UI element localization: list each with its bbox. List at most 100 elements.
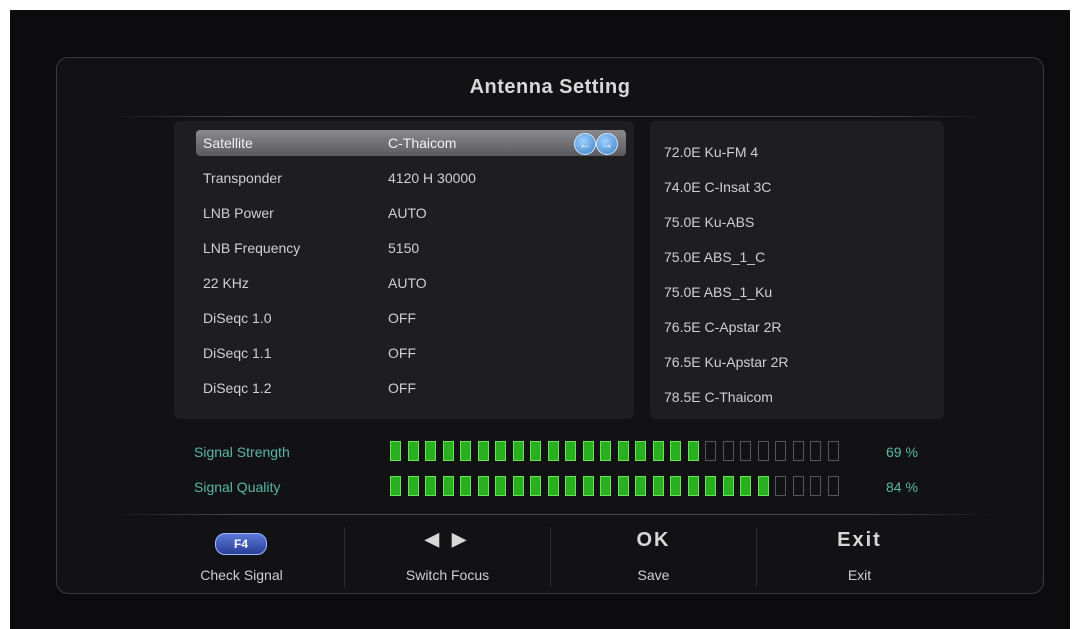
tv-screen: Antenna Setting Satellite C-Thaicom ← → …: [10, 10, 1070, 629]
satellite-item[interactable]: 78.5E C-Thaicom: [664, 389, 934, 411]
meter-segment-off: [775, 476, 786, 496]
page-title: Antenna Setting: [469, 76, 631, 98]
footer-save[interactable]: OK Save: [551, 525, 756, 593]
footer-caption: Save: [637, 567, 670, 583]
setting-value: AUTO: [388, 275, 427, 291]
setting-row-diseqc-1-1[interactable]: DiSeqc 1.1 OFF: [196, 340, 626, 366]
setting-label: LNB Frequency: [203, 240, 301, 256]
left-right-arrows-icon: ◀ ▶: [425, 529, 470, 549]
signal-strength-label: Signal Strength: [194, 444, 290, 460]
meter-segment-off: [792, 441, 804, 461]
setting-value: 5150: [388, 240, 420, 256]
footer-caption: Check Signal: [200, 567, 283, 583]
meter-segment-on: [617, 441, 629, 461]
meter-segment-off: [792, 476, 804, 496]
meter-segment-on: [530, 476, 541, 496]
meter-segment-off: [705, 441, 716, 461]
meter-segment-on: [460, 441, 471, 461]
meter-segment-off: [810, 441, 821, 461]
meter-segment-on: [407, 476, 419, 496]
satellite-item[interactable]: 76.5E Ku-Apstar 2R: [664, 354, 934, 376]
meter-segment-on: [442, 476, 454, 496]
title-divider: [105, 116, 995, 117]
setting-row-transponder[interactable]: Transponder 4120 H 30000: [196, 165, 626, 191]
signal-quality-meter: [390, 476, 842, 496]
setting-row-satellite[interactable]: Satellite C-Thaicom ← →: [196, 130, 626, 156]
setting-label: DiSeqc 1.2: [203, 380, 272, 396]
meter-segment-on: [512, 441, 524, 461]
meter-segment-on: [495, 476, 506, 496]
signal-strength-meter: [390, 441, 842, 461]
meter-segment-on: [582, 441, 594, 461]
setting-value: 4120 H 30000: [388, 170, 476, 186]
setting-row-lnb-frequency[interactable]: LNB Frequency 5150: [196, 235, 626, 261]
satellite-list: 72.0E Ku-FM 4 74.0E C-Insat 3C 75.0E Ku-…: [650, 121, 944, 419]
footer-exit[interactable]: Exit Exit: [757, 525, 962, 593]
setting-row-diseqc-1-0[interactable]: DiSeqc 1.0 OFF: [196, 305, 626, 331]
footer-switch-focus[interactable]: ◀ ▶ Switch Focus: [345, 525, 550, 593]
meter-segment-on: [477, 441, 489, 461]
setting-label: Satellite: [203, 135, 253, 151]
ok-key-label: OK: [636, 529, 671, 551]
satellite-item[interactable]: 75.0E Ku-ABS: [664, 214, 934, 236]
footer-caption: Switch Focus: [405, 567, 490, 583]
meter-segment-off: [827, 476, 839, 496]
exit-key-label: Exit: [837, 529, 882, 551]
footer-divider: [105, 514, 995, 515]
meter-segment-on: [512, 476, 524, 496]
setting-label: LNB Power: [203, 205, 274, 221]
meter-segment-on: [740, 476, 751, 496]
arrow-left-icon[interactable]: ←: [574, 133, 596, 155]
meter-segment-on: [477, 476, 489, 496]
meter-segment-off: [827, 441, 839, 461]
meter-segment-on: [670, 441, 681, 461]
satellite-item[interactable]: 76.5E C-Apstar 2R: [664, 319, 934, 341]
meter-segment-on: [460, 476, 471, 496]
arrow-right-icon[interactable]: →: [596, 133, 618, 155]
satellite-item[interactable]: 75.0E ABS_1_Ku: [664, 284, 934, 306]
meter-segment-off: [757, 441, 769, 461]
meter-segment-on: [652, 441, 664, 461]
setting-label: 22 KHz: [203, 275, 249, 291]
setting-label: Transponder: [203, 170, 282, 186]
satellite-item[interactable]: 74.0E C-Insat 3C: [664, 179, 934, 201]
setting-label: DiSeqc 1.1: [203, 345, 272, 361]
footer-check-signal[interactable]: F4 Check Signal: [139, 525, 344, 593]
setting-value: OFF: [388, 310, 416, 326]
meter-segment-on: [547, 441, 559, 461]
meter-segment-on: [530, 441, 541, 461]
setting-value: C-Thaicom: [388, 135, 457, 151]
satellite-nav-arrows: ← →: [560, 132, 620, 155]
meter-segment-on: [670, 476, 681, 496]
signal-quality-label: Signal Quality: [194, 479, 281, 495]
satellite-item[interactable]: 75.0E ABS_1_C: [664, 249, 934, 271]
meter-segment-on: [600, 476, 611, 496]
meter-segment-on: [495, 441, 506, 461]
meter-segment-on: [705, 476, 716, 496]
meter-segment-on: [547, 476, 559, 496]
signal-strength-value: 69 %: [886, 444, 918, 460]
meter-segment-off: [775, 441, 786, 461]
setting-label: DiSeqc 1.0: [203, 310, 272, 326]
meter-segment-on: [425, 441, 436, 461]
signal-quality-value: 84 %: [886, 479, 918, 495]
setting-row-lnb-power[interactable]: LNB Power AUTO: [196, 200, 626, 226]
meter-segment-on: [407, 441, 419, 461]
meter-segment-off: [722, 441, 734, 461]
settings-list: Satellite C-Thaicom ← → Transponder 4120…: [174, 121, 634, 419]
meter-segment-on: [687, 441, 699, 461]
setting-row-22khz[interactable]: 22 KHz AUTO: [196, 270, 626, 296]
meter-segment-on: [635, 476, 646, 496]
antenna-setting-panel: Antenna Setting Satellite C-Thaicom ← → …: [56, 57, 1044, 594]
setting-value: AUTO: [388, 205, 427, 221]
f4-key-icon: F4: [215, 533, 267, 555]
satellite-item[interactable]: 72.0E Ku-FM 4: [664, 144, 934, 166]
meter-segment-off: [810, 476, 821, 496]
meter-segment-on: [600, 441, 611, 461]
meter-segment-on: [390, 476, 401, 496]
footer-caption: Exit: [847, 567, 872, 583]
setting-value: OFF: [388, 380, 416, 396]
meter-segment-on: [757, 476, 769, 496]
setting-row-diseqc-1-2[interactable]: DiSeqc 1.2 OFF: [196, 375, 626, 401]
setting-value: OFF: [388, 345, 416, 361]
